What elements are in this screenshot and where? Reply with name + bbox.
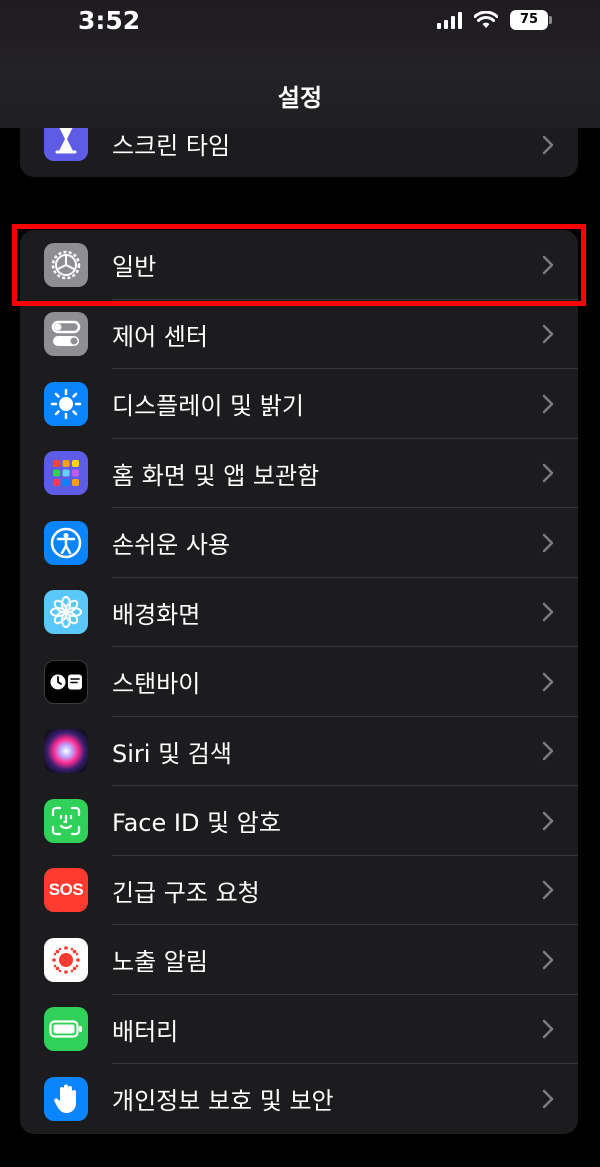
row-label: 스탠바이: [112, 670, 201, 699]
settings-row-exposure-notifications[interactable]: 노출 알림: [20, 925, 578, 995]
cellular-signal-icon: [437, 11, 462, 29]
row-label: 일반: [112, 253, 157, 282]
chevron-right-icon: [542, 255, 554, 274]
siri-icon: [44, 729, 88, 774]
chevron-right-icon: [542, 950, 554, 969]
row-label: Face ID 및 암호: [112, 809, 281, 838]
chevron-right-icon: [542, 135, 554, 155]
exposure-notification-icon: [44, 937, 88, 982]
settings-group-main: 일반 제어 센터 디스플레이 및 밝기 홈 화면 및 앱 보관함 손쉬운 사용 …: [20, 230, 578, 1134]
sun-icon: [44, 381, 88, 426]
chevron-right-icon: [542, 881, 554, 900]
settings-row-battery[interactable]: 배터리: [20, 995, 578, 1065]
row-label: 홈 화면 및 앱 보관함: [112, 461, 320, 490]
battery-level: 75: [510, 10, 548, 30]
settings-row-standby[interactable]: 스탠바이: [20, 647, 578, 717]
chevron-right-icon: [542, 672, 554, 691]
settings-row-privacy-security[interactable]: 개인정보 보호 및 보안: [20, 1064, 578, 1134]
settings-row-face-id[interactable]: Face ID 및 암호: [20, 786, 578, 856]
app-grid-icon: [44, 451, 88, 496]
chevron-right-icon: [542, 742, 554, 761]
settings-row-wallpaper[interactable]: 배경화면: [20, 578, 578, 648]
settings-row-accessibility[interactable]: 손쉬운 사용: [20, 508, 578, 578]
row-label: 긴급 구조 요청: [112, 878, 260, 907]
sos-icon: SOS: [44, 868, 88, 913]
settings-row-general[interactable]: 일반: [20, 230, 578, 300]
flower-icon: [44, 590, 88, 635]
row-label: 스크린 타임: [112, 132, 231, 160]
sos-icon-text: SOS: [48, 880, 84, 900]
settings-row-emergency-sos[interactable]: SOS 긴급 구조 요청: [20, 856, 578, 926]
hand-icon: [44, 1076, 88, 1121]
navigation-bar: 3:52 75 설정: [0, 0, 600, 128]
chevron-right-icon: [542, 325, 554, 344]
face-id-icon: [44, 798, 88, 843]
settings-row-home-screen[interactable]: 홈 화면 및 앱 보관함: [20, 439, 578, 509]
status-icons: 75: [437, 10, 552, 30]
toggle-switches-icon: [44, 312, 88, 357]
wifi-icon: [474, 11, 498, 28]
row-label: 개인정보 보호 및 보안: [112, 1087, 334, 1116]
row-label: 배경화면: [112, 600, 201, 629]
row-label: 제어 센터: [112, 322, 208, 351]
row-label: 디스플레이 및 밝기: [112, 392, 304, 421]
status-time: 3:52: [78, 6, 141, 35]
row-label: 배터리: [112, 1017, 179, 1046]
standby-icon: [44, 659, 88, 704]
chevron-right-icon: [542, 394, 554, 413]
battery-icon: [44, 1007, 88, 1052]
settings-row-control-center[interactable]: 제어 센터: [20, 300, 578, 370]
battery-indicator: 75: [510, 10, 552, 30]
row-label: 손쉬운 사용: [112, 531, 231, 560]
accessibility-icon: [44, 520, 88, 565]
chevron-right-icon: [542, 533, 554, 552]
row-label: Siri 및 검색: [112, 739, 232, 768]
page-title: 설정: [277, 84, 323, 112]
chevron-right-icon: [542, 811, 554, 830]
chevron-right-icon: [542, 1020, 554, 1039]
chevron-right-icon: [542, 603, 554, 622]
row-label: 노출 알림: [112, 948, 208, 977]
settings-row-siri-search[interactable]: Siri 및 검색: [20, 717, 578, 787]
settings-row-display-brightness[interactable]: 디스플레이 및 밝기: [20, 369, 578, 439]
gear-icon: [44, 242, 88, 287]
chevron-right-icon: [542, 1089, 554, 1108]
chevron-right-icon: [542, 464, 554, 483]
